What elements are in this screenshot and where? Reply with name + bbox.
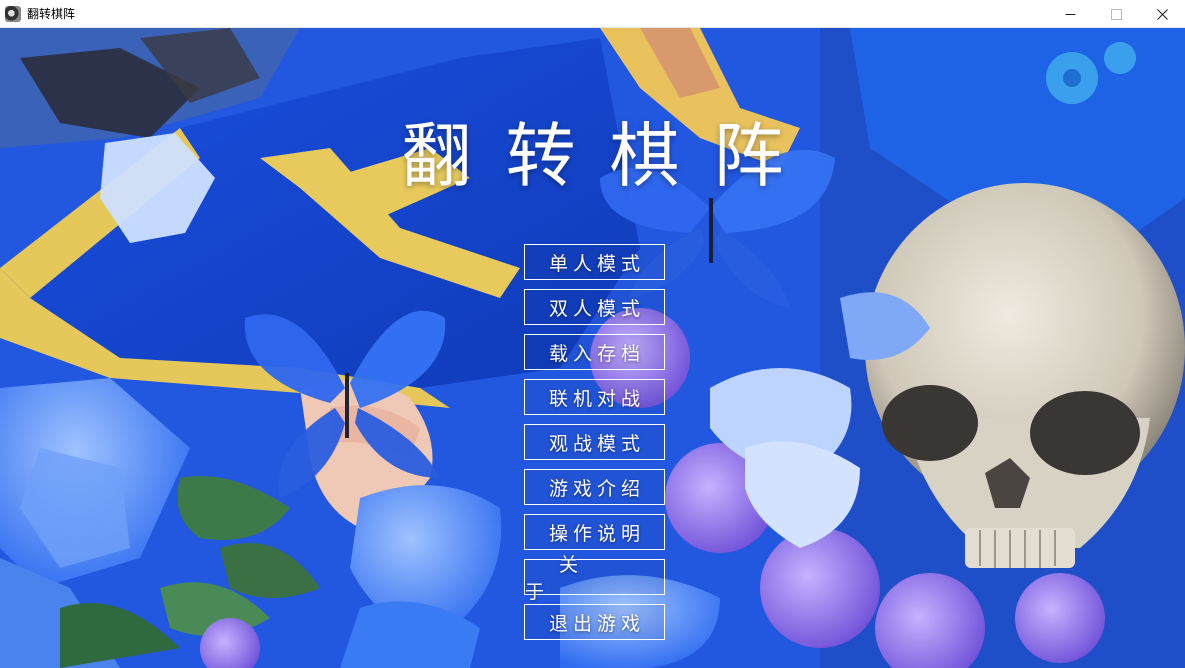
online-battle-button[interactable]: 联机对战	[524, 379, 665, 415]
about-button[interactable]: 关于	[524, 554, 665, 603]
main-menu-scene: 翻转棋阵 单人模式 双人模式 载入存档 联机对战 观战模式 游戏介绍 操作说明 …	[0, 28, 1185, 668]
spectate-mode-button[interactable]: 观战模式	[524, 424, 665, 460]
window-titlebar: 翻转棋阵	[0, 0, 1185, 28]
single-player-button[interactable]: 单人模式	[524, 244, 665, 280]
maximize-icon[interactable]	[1093, 0, 1139, 28]
app-icon	[5, 5, 21, 22]
game-title: 翻转棋阵	[401, 115, 818, 197]
main-menu: 单人模式 双人模式 载入存档 联机对战 观战模式 游戏介绍 操作说明 关于 退出…	[524, 244, 665, 649]
game-intro-button[interactable]: 游戏介绍	[524, 469, 665, 505]
load-save-button[interactable]: 载入存档	[524, 334, 665, 370]
exit-game-button[interactable]: 退出游戏	[524, 604, 665, 640]
two-player-button[interactable]: 双人模式	[524, 289, 665, 325]
window-controls	[1047, 0, 1185, 28]
minimize-icon[interactable]	[1047, 0, 1093, 28]
close-icon[interactable]	[1139, 0, 1185, 28]
instructions-button[interactable]: 操作说明	[524, 514, 665, 550]
window-title: 翻转棋阵	[27, 7, 76, 21]
